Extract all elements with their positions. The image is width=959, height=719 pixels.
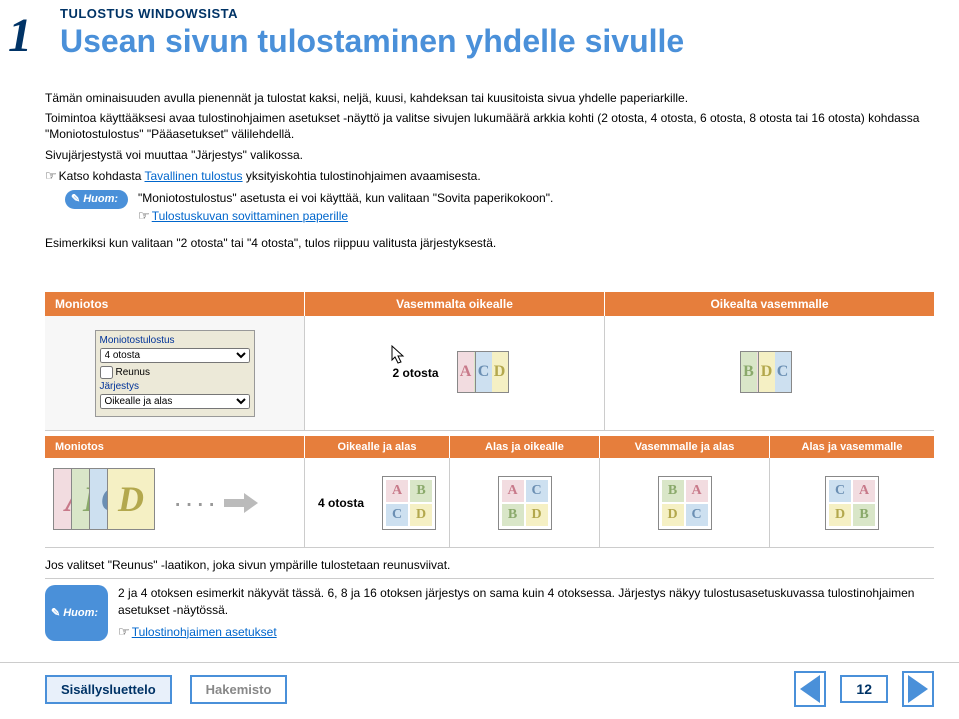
grid-badc: B A D C: [658, 476, 712, 530]
intro-p4: ☞Katso kohdasta Tavallinen tulostus yksi…: [45, 167, 934, 185]
cell-4otosta-left-down: B A D C: [600, 458, 770, 548]
section-number: 1: [8, 8, 32, 63]
cell-4otosta-down-right: A C B D: [450, 458, 600, 548]
cell-4otosta-right-down: 4 otosta A B C D: [305, 458, 450, 548]
g-d: D: [829, 504, 851, 526]
g-a: A: [502, 480, 524, 502]
hand-icon: ☞: [45, 168, 57, 183]
note-1: Huom: "Moniotostulostus" asetusta ei voi…: [65, 190, 934, 225]
header: TULOSTUS WINDOWSISTA Usean sivun tulosta…: [60, 6, 684, 60]
g-d: D: [410, 504, 432, 526]
row-label-2otosta: 2 otosta: [392, 366, 438, 380]
mock-checkbox-label: Reunus: [116, 367, 150, 378]
mock-label-jarjestys: Järjestys: [100, 381, 250, 392]
link-tavallinen-tulostus[interactable]: Tavallinen tulostus: [145, 169, 243, 183]
g-d: D: [526, 504, 548, 526]
page-c: C: [775, 352, 791, 392]
table1-row: Moniotostulostus 4 otosta Reunus Järjest…: [45, 316, 934, 431]
table-4otosta: Moniotos Oikealle ja alas Alas ja oikeal…: [45, 436, 934, 548]
th2-vasemmalle-alas: Vasemmalle ja alas: [600, 436, 770, 458]
g-b: B: [502, 504, 524, 526]
big-stack-cell: A B C D ····: [45, 458, 305, 548]
mock-group-label: Moniotostulostus: [100, 335, 250, 346]
g-b: B: [410, 480, 432, 502]
page-stack-ba-dc: BA DC: [740, 351, 800, 396]
link-tulostinohjaimen-asetukset[interactable]: Tulostinohjaimen asetukset: [132, 625, 277, 639]
link-tulostuskuvan-sovittaminen[interactable]: Tulostuskuvan sovittaminen paperille: [152, 209, 348, 223]
page-c: C: [476, 352, 492, 392]
g-a: A: [686, 480, 708, 502]
cell-2otosta-ltr: 2 otosta AB CD: [305, 316, 605, 431]
hand-icon: ☞: [138, 208, 150, 223]
table1-header: Moniotos Vasemmalta oikealle Oikealta va…: [45, 292, 934, 316]
bottom-nav-bar: Sisällysluettelo Hakemisto 12: [0, 662, 959, 707]
page-b: B: [741, 352, 757, 392]
page-d: D: [759, 352, 775, 392]
page-number: 12: [840, 675, 888, 703]
mock-select-order[interactable]: Oikealle ja alas: [100, 394, 250, 409]
toc-button[interactable]: Sisällysluettelo: [45, 675, 172, 704]
cell-2otosta-rtl: BA DC: [605, 316, 934, 431]
g-a: A: [853, 480, 875, 502]
intro-p2: Toimintoa käyttääksesi avaa tulostinohja…: [45, 110, 934, 142]
note-badge: Huom:: [45, 585, 108, 641]
th2-alas-vasemmalle: Alas ja vasemmalle: [770, 436, 934, 458]
grid-acbd: A C B D: [498, 476, 552, 530]
page-a: A: [458, 352, 474, 392]
th-oikealta-vasemmalle: Oikealta vasemmalle: [605, 292, 934, 316]
g-b: B: [853, 504, 875, 526]
g-a: A: [386, 480, 408, 502]
dots-arrow-icon: ····: [173, 487, 258, 519]
note2-text: 2 ja 4 otoksen esimerkit näkyvät tässä. …: [118, 585, 934, 619]
example-text: Esimerkiksi kun valitaan "2 otosta" tai …: [45, 235, 934, 251]
table2-header: Moniotos Oikealle ja alas Alas ja oikeal…: [45, 436, 934, 458]
table-2otosta: Moniotos Vasemmalta oikealle Oikealta va…: [45, 292, 934, 431]
g-b: B: [662, 480, 684, 502]
index-button[interactable]: Hakemisto: [190, 675, 288, 704]
big-page-d: D: [107, 468, 155, 530]
g-c: C: [686, 504, 708, 526]
row-label-4otosta: 4 otosta: [318, 496, 364, 510]
g-c: C: [526, 480, 548, 502]
grid-abcd: A B C D: [382, 476, 436, 530]
prev-page-button[interactable]: [794, 671, 826, 707]
header-kicker: TULOSTUS WINDOWSISTA: [60, 6, 684, 21]
footer-reunus-text: Jos valitset "Reunus" -laatikon, joka si…: [45, 558, 450, 572]
table2-row: A B C D ···· 4 otosta A B C D: [45, 458, 934, 548]
note-badge: Huom:: [65, 190, 128, 209]
settings-mock: Moniotostulostus 4 otosta Reunus Järjest…: [95, 330, 255, 417]
mock-select-count[interactable]: 4 otosta: [100, 348, 250, 363]
g-d: D: [662, 504, 684, 526]
settings-screenshot-cell: Moniotostulostus 4 otosta Reunus Järjest…: [45, 316, 305, 431]
big-page-stack: A B C D: [53, 468, 153, 538]
grid-cadb: C A D B: [825, 476, 879, 530]
p4-suffix: yksityiskohtia tulostinohjaimen avaamise…: [243, 169, 481, 183]
th2-oikealle-alas: Oikealle ja alas: [305, 436, 450, 458]
g-c: C: [829, 480, 851, 502]
page-stack-ab-cd: AB CD: [457, 351, 517, 396]
cursor-icon: [390, 344, 408, 366]
th-vasemmalta-oikealle: Vasemmalta oikealle: [305, 292, 605, 316]
note-2: Huom: 2 ja 4 otoksen esimerkit näkyvät t…: [45, 578, 934, 641]
next-page-button[interactable]: [902, 671, 934, 707]
th2-moniotos: Moniotos: [45, 436, 305, 458]
page-title: Usean sivun tulostaminen yhdelle sivulle: [60, 23, 684, 60]
th-moniotos: Moniotos: [45, 292, 305, 316]
mock-checkbox-reunus[interactable]: [100, 366, 113, 379]
hand-icon: ☞: [118, 624, 130, 639]
intro-p3: Sivujärjestystä voi muuttaa "Järjestys" …: [45, 147, 934, 163]
cell-4otosta-down-left: C A D B: [770, 458, 934, 548]
p4-prefix: Katso kohdasta: [59, 169, 145, 183]
chevron-left-icon: [800, 675, 820, 703]
th2-alas-oikealle: Alas ja oikealle: [450, 436, 600, 458]
note1-line1: "Moniotostulostus" asetusta ei voi käytt…: [138, 190, 553, 207]
intro-p1: Tämän ominaisuuden avulla pienennät ja t…: [45, 90, 934, 106]
g-c: C: [386, 504, 408, 526]
page-d: D: [492, 352, 508, 392]
body-text: Tämän ominaisuuden avulla pienennät ja t…: [45, 90, 934, 255]
chevron-right-icon: [908, 675, 928, 703]
